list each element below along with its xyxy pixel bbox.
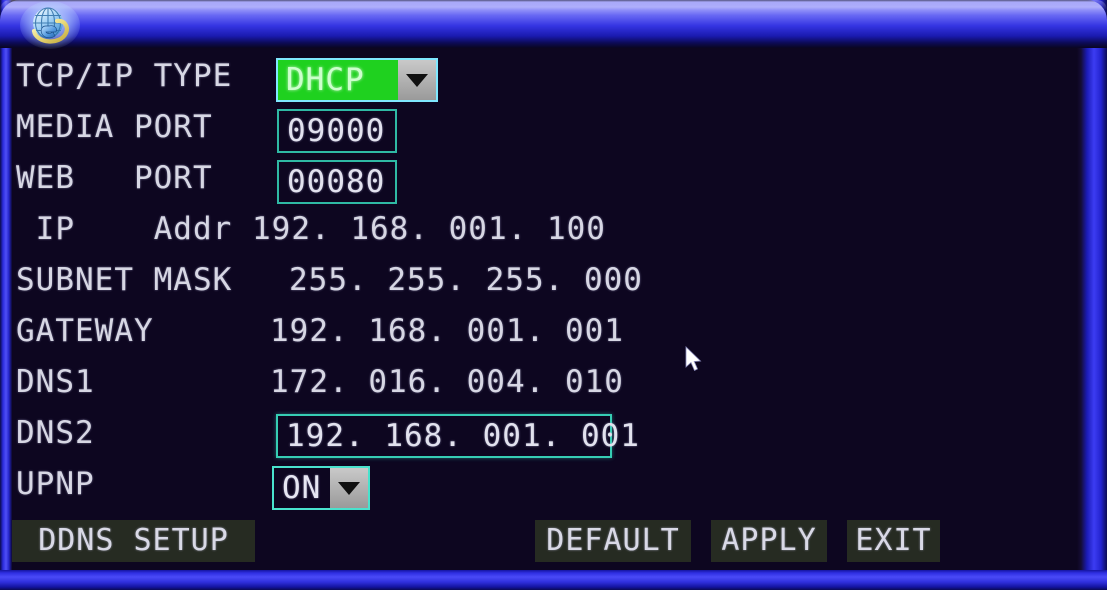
upnp-select[interactable]: ON (272, 466, 370, 510)
row-ip-addr: IP Addr 192. 168. 001. 100 (12, 204, 1077, 255)
dns1-value: 172. 016. 004. 010 (270, 364, 624, 400)
settings-panel: TCP/IP TYPE DHCP MEDIA PORT 09000 WEB PO… (12, 48, 1077, 570)
ip-addr-value: 192. 168. 001. 100 (252, 211, 606, 247)
web-port-input[interactable]: 00080 (277, 160, 397, 204)
tcpip-type-value: DHCP (278, 60, 398, 100)
label-media-port: MEDIA PORT (16, 109, 213, 145)
chevron-down-icon[interactable] (330, 468, 368, 508)
label-tcpip-type: TCP/IP TYPE (16, 58, 233, 94)
row-subnet-mask: SUBNET MASK 255. 255. 255. 000 (12, 255, 1077, 306)
dns2-input[interactable]: 192. 168. 001. 001 (276, 414, 639, 458)
apply-button[interactable]: APPLY (711, 520, 827, 562)
row-web-port: WEB PORT 00080 (12, 153, 1077, 204)
gateway-value: 192. 168. 001. 001 (270, 313, 624, 349)
row-dns1: DNS1 172. 016. 004. 010 (12, 357, 1077, 408)
chevron-down-icon[interactable] (398, 60, 436, 100)
row-dns2: DNS2 192. 168. 001. 001 (12, 408, 1077, 459)
default-button[interactable]: DEFAULT (535, 520, 691, 562)
row-media-port: MEDIA PORT 09000 (12, 102, 1077, 153)
upnp-value: ON (274, 468, 330, 508)
label-upnp: UPNP (16, 466, 95, 502)
window-titlebar (0, 0, 1107, 49)
row-tcpip-type: TCP/IP TYPE DHCP (12, 51, 1077, 102)
exit-button[interactable]: EXIT (847, 520, 940, 562)
label-subnet-mask: SUBNET MASK (16, 262, 233, 298)
row-upnp: UPNP ON (12, 459, 1077, 510)
media-port-input[interactable]: 09000 (277, 109, 397, 153)
ie-globe-icon (20, 2, 80, 49)
subnet-mask-value: 255. 255. 255. 000 (289, 262, 643, 298)
label-dns1: DNS1 (16, 364, 95, 400)
tcpip-type-select[interactable]: DHCP (276, 58, 438, 102)
row-gateway: GATEWAY 192. 168. 001. 001 (12, 306, 1077, 357)
label-gateway: GATEWAY (16, 313, 154, 349)
network-settings-window: TCP/IP TYPE DHCP MEDIA PORT 09000 WEB PO… (0, 0, 1107, 590)
label-ip-addr: IP Addr (16, 211, 233, 247)
ddns-setup-button[interactable]: DDNS SETUP (12, 520, 255, 562)
label-dns2: DNS2 (16, 415, 95, 451)
label-web-port: WEB PORT (16, 160, 213, 196)
window-bottom-bar (0, 570, 1107, 590)
